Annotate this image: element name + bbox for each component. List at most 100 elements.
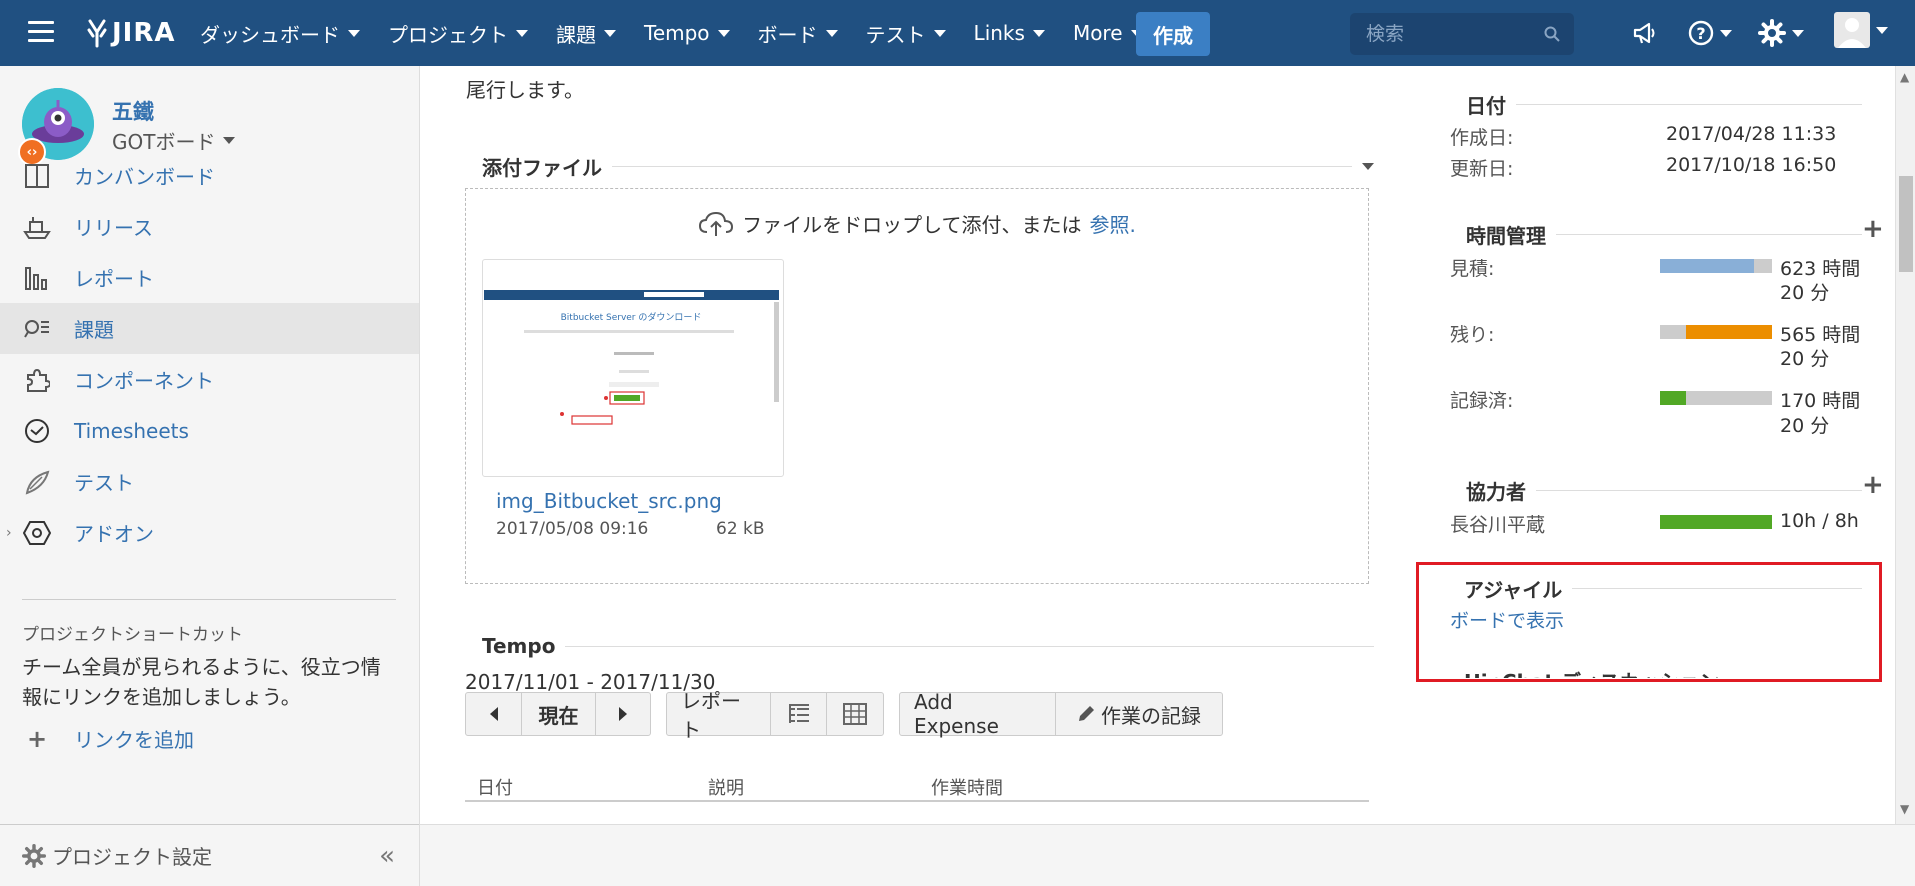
scrollbar-thumb[interactable] xyxy=(1899,176,1913,272)
sidebar-item-issues[interactable]: 課題 xyxy=(0,303,419,354)
gear-icon xyxy=(22,843,46,868)
nav-boards[interactable]: ボード xyxy=(744,0,852,66)
add-expense-button[interactable]: Add Expense xyxy=(900,690,1056,738)
logged-progress-bar xyxy=(1660,391,1772,405)
nav-links[interactable]: Links xyxy=(960,0,1059,66)
current-period-button[interactable]: 現在 xyxy=(522,693,596,735)
sidebar-divider xyxy=(22,599,396,600)
log-work-button[interactable]: 作業の記録 xyxy=(1056,693,1222,735)
release-ship-icon xyxy=(22,212,52,242)
nav-more-label: More xyxy=(1072,21,1123,45)
add-shortcut-link[interactable]: + リンクを追加 xyxy=(22,724,194,753)
add-collaborator-plus-icon[interactable]: + xyxy=(1862,470,1884,500)
sidebar-item-components[interactable]: コンポーネント xyxy=(0,354,419,405)
nav-tests-label: テスト xyxy=(865,22,926,47)
estimate-progress-bar xyxy=(1660,259,1772,273)
logged-value-minutes: 20 分 xyxy=(1780,415,1830,437)
section-divider xyxy=(1516,104,1862,105)
next-period-button[interactable] xyxy=(596,693,650,735)
page-scrollbar[interactable]: ▲ ▼ xyxy=(1895,66,1915,824)
nav-tempo[interactable]: Tempo xyxy=(630,0,744,66)
nav-dashboards-label: ダッシュボード xyxy=(200,22,340,47)
column-header-time-spent[interactable]: 作業時間 xyxy=(931,774,1003,800)
nav-tests[interactable]: テスト xyxy=(852,0,960,66)
project-shortcuts-heading: プロジェクトショートカット xyxy=(22,625,243,645)
collaborator-progress-bar xyxy=(1660,515,1772,529)
grid-table-icon xyxy=(843,703,867,725)
triangle-left-icon xyxy=(489,707,498,721)
sidebar-item-releases[interactable]: リリース xyxy=(0,201,419,252)
updated-value: 2017/10/18 16:50 xyxy=(1666,154,1837,176)
attachment-date: 2017/05/08 09:16 xyxy=(496,519,649,539)
attachment-thumbnail[interactable]: Bitbucket Server のダウンロード xyxy=(482,259,784,477)
sidebar-item-timesheets[interactable]: Timesheets xyxy=(0,405,419,456)
log-work-label: 作業の記録 xyxy=(1101,703,1201,728)
grid-view-button[interactable] xyxy=(827,693,883,735)
app-switcher-menu-icon[interactable] xyxy=(28,21,54,43)
attachment-drop-zone[interactable]: ファイルをドロップして添付、または 参照. Bitbucket Server の… xyxy=(465,188,1369,584)
nav-projects[interactable]: プロジェクト xyxy=(374,0,542,66)
user-profile-menu[interactable] xyxy=(1834,12,1888,48)
add-worklog-plus-icon[interactable]: + xyxy=(1862,214,1884,244)
tree-list-icon xyxy=(788,704,809,723)
remaining-bar-fill xyxy=(1685,325,1772,339)
sidebar-item-reports[interactable]: レポート xyxy=(0,252,419,303)
help-question-icon: ? xyxy=(1688,20,1714,46)
sidebar-item-kanban[interactable]: カンバンボード xyxy=(0,150,419,201)
gear-icon xyxy=(1758,19,1786,47)
attachment-preview-image: Bitbucket Server のダウンロード xyxy=(484,290,779,430)
quick-search xyxy=(1350,13,1574,55)
nav-dashboards[interactable]: ダッシュボード xyxy=(186,0,374,66)
default-user-icon xyxy=(1838,18,1866,48)
estimate-bar-fill xyxy=(1660,259,1755,273)
tempo-title: Tempo xyxy=(482,634,556,658)
jira-logo-icon xyxy=(87,19,107,48)
browse-files-link[interactable]: 参照. xyxy=(1090,209,1136,238)
component-puzzle-icon xyxy=(22,365,52,395)
scroll-down-arrow-icon[interactable]: ▼ xyxy=(1900,802,1909,816)
section-divider xyxy=(1556,234,1862,235)
plus-icon: + xyxy=(26,724,48,753)
sidebar-item-addons[interactable]: › アドオン xyxy=(0,507,419,558)
column-header-date[interactable]: 日付 xyxy=(477,774,513,800)
chevron-down-icon xyxy=(604,29,616,37)
time-tracking-section-header: 時間管理 xyxy=(1466,220,1862,249)
attachment-file-name[interactable]: img_Bitbucket_src.png xyxy=(496,489,722,513)
project-settings-footer[interactable]: プロジェクト設定 « xyxy=(0,824,419,886)
addon-hexagon-icon xyxy=(22,518,52,548)
tree-view-button[interactable] xyxy=(771,693,827,735)
collaborator-name: 長谷川平蔵 xyxy=(1450,514,1546,536)
attachment-size: 62 kB xyxy=(716,519,765,539)
nav-tempo-label: Tempo xyxy=(644,21,710,45)
chevron-right-icon[interactable]: › xyxy=(6,525,12,541)
logged-bar-fill xyxy=(1660,391,1686,405)
logged-value-hours: 170 時間 xyxy=(1780,390,1861,412)
drop-zone-message: ファイルをドロップして添付、または 参照. xyxy=(466,209,1368,238)
tempo-actions: Add Expense 作業の記録 xyxy=(899,690,1223,738)
nav-issues[interactable]: 課題 xyxy=(542,0,630,66)
help-menu[interactable]: ? xyxy=(1688,18,1732,48)
previous-period-button[interactable] xyxy=(466,693,522,735)
announcement-megaphone-icon[interactable] xyxy=(1632,18,1658,48)
scroll-up-arrow-icon[interactable]: ▲ xyxy=(1900,70,1909,84)
collaborators-section-header: 協力者 xyxy=(1466,476,1862,505)
sidebar-item-tests[interactable]: テスト xyxy=(0,456,419,507)
collapse-sidebar-icon[interactable]: « xyxy=(379,841,395,871)
tempo-report-button[interactable]: レポート xyxy=(667,689,771,742)
sidebar-item-label: リリース xyxy=(74,216,153,240)
jira-logo[interactable]: JIRA xyxy=(86,15,176,51)
quick-search-input[interactable] xyxy=(1350,13,1574,55)
project-name[interactable]: 五鐵 xyxy=(112,96,154,126)
search-icon[interactable] xyxy=(1544,26,1560,42)
tempo-date-range: 2017/11/01 - 2017/11/30 xyxy=(465,670,716,694)
create-issue-button[interactable]: 作成 xyxy=(1136,12,1210,56)
attachments-options-chevron-icon[interactable] xyxy=(1362,163,1374,170)
column-header-description[interactable]: 説明 xyxy=(708,774,744,800)
collaborator-bar-fill xyxy=(1660,515,1772,529)
admin-settings-menu[interactable] xyxy=(1758,18,1804,48)
dates-section-header: 日付 xyxy=(1466,90,1862,119)
attachments-title: 添付ファイル xyxy=(482,156,602,180)
nav-issues-label: 課題 xyxy=(556,22,596,47)
section-divider xyxy=(612,166,1352,167)
add-link-label: リンクを追加 xyxy=(74,728,194,752)
